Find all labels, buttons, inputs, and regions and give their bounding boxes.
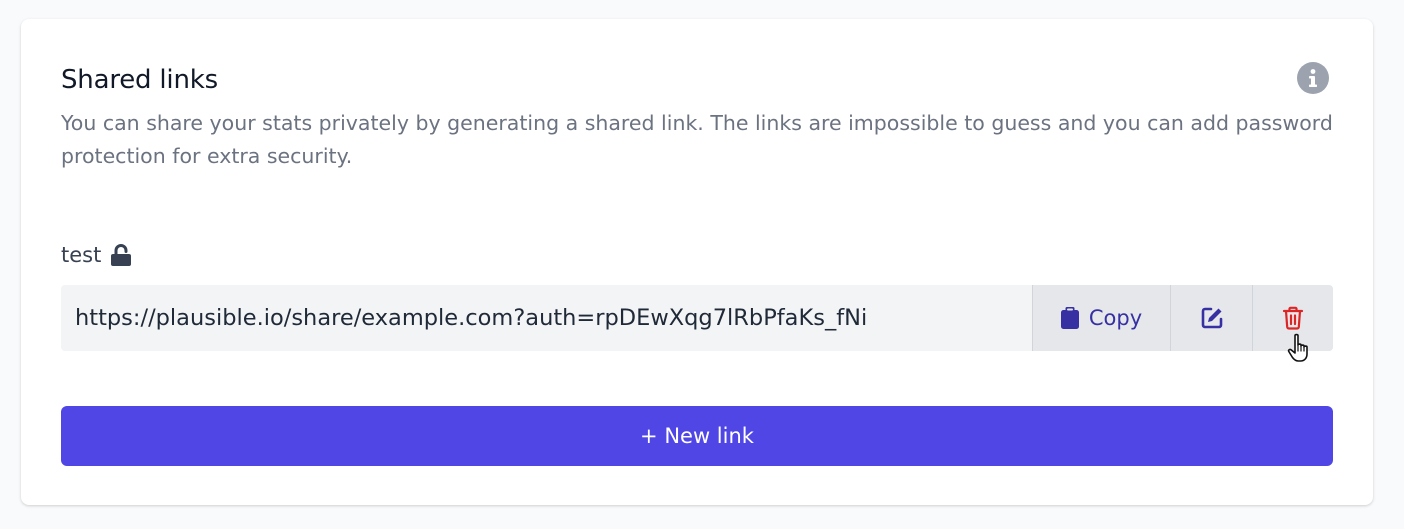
- info-icon[interactable]: [1297, 62, 1329, 94]
- trash-icon: [1282, 306, 1304, 330]
- copy-button[interactable]: Copy: [1032, 285, 1170, 351]
- link-name: test: [61, 243, 102, 267]
- delete-button[interactable]: [1252, 285, 1333, 351]
- link-name-row: test: [61, 239, 132, 271]
- clipboard-icon: [1060, 307, 1079, 329]
- copy-label: Copy: [1088, 306, 1143, 330]
- edit-icon: [1201, 307, 1222, 329]
- unlocked-lock-icon: [111, 244, 132, 266]
- new-link-button[interactable]: + New link: [61, 406, 1333, 466]
- shared-links-card: Shared links You can share your stats pr…: [21, 19, 1373, 505]
- shared-link-url[interactable]: https://plausible.io/share/example.com?a…: [61, 285, 1032, 351]
- edit-button[interactable]: [1170, 285, 1252, 351]
- shared-link-row: https://plausible.io/share/example.com?a…: [61, 285, 1333, 351]
- section-description: You can share your stats privately by ge…: [61, 111, 1333, 168]
- section-title: Shared links: [61, 65, 218, 95]
